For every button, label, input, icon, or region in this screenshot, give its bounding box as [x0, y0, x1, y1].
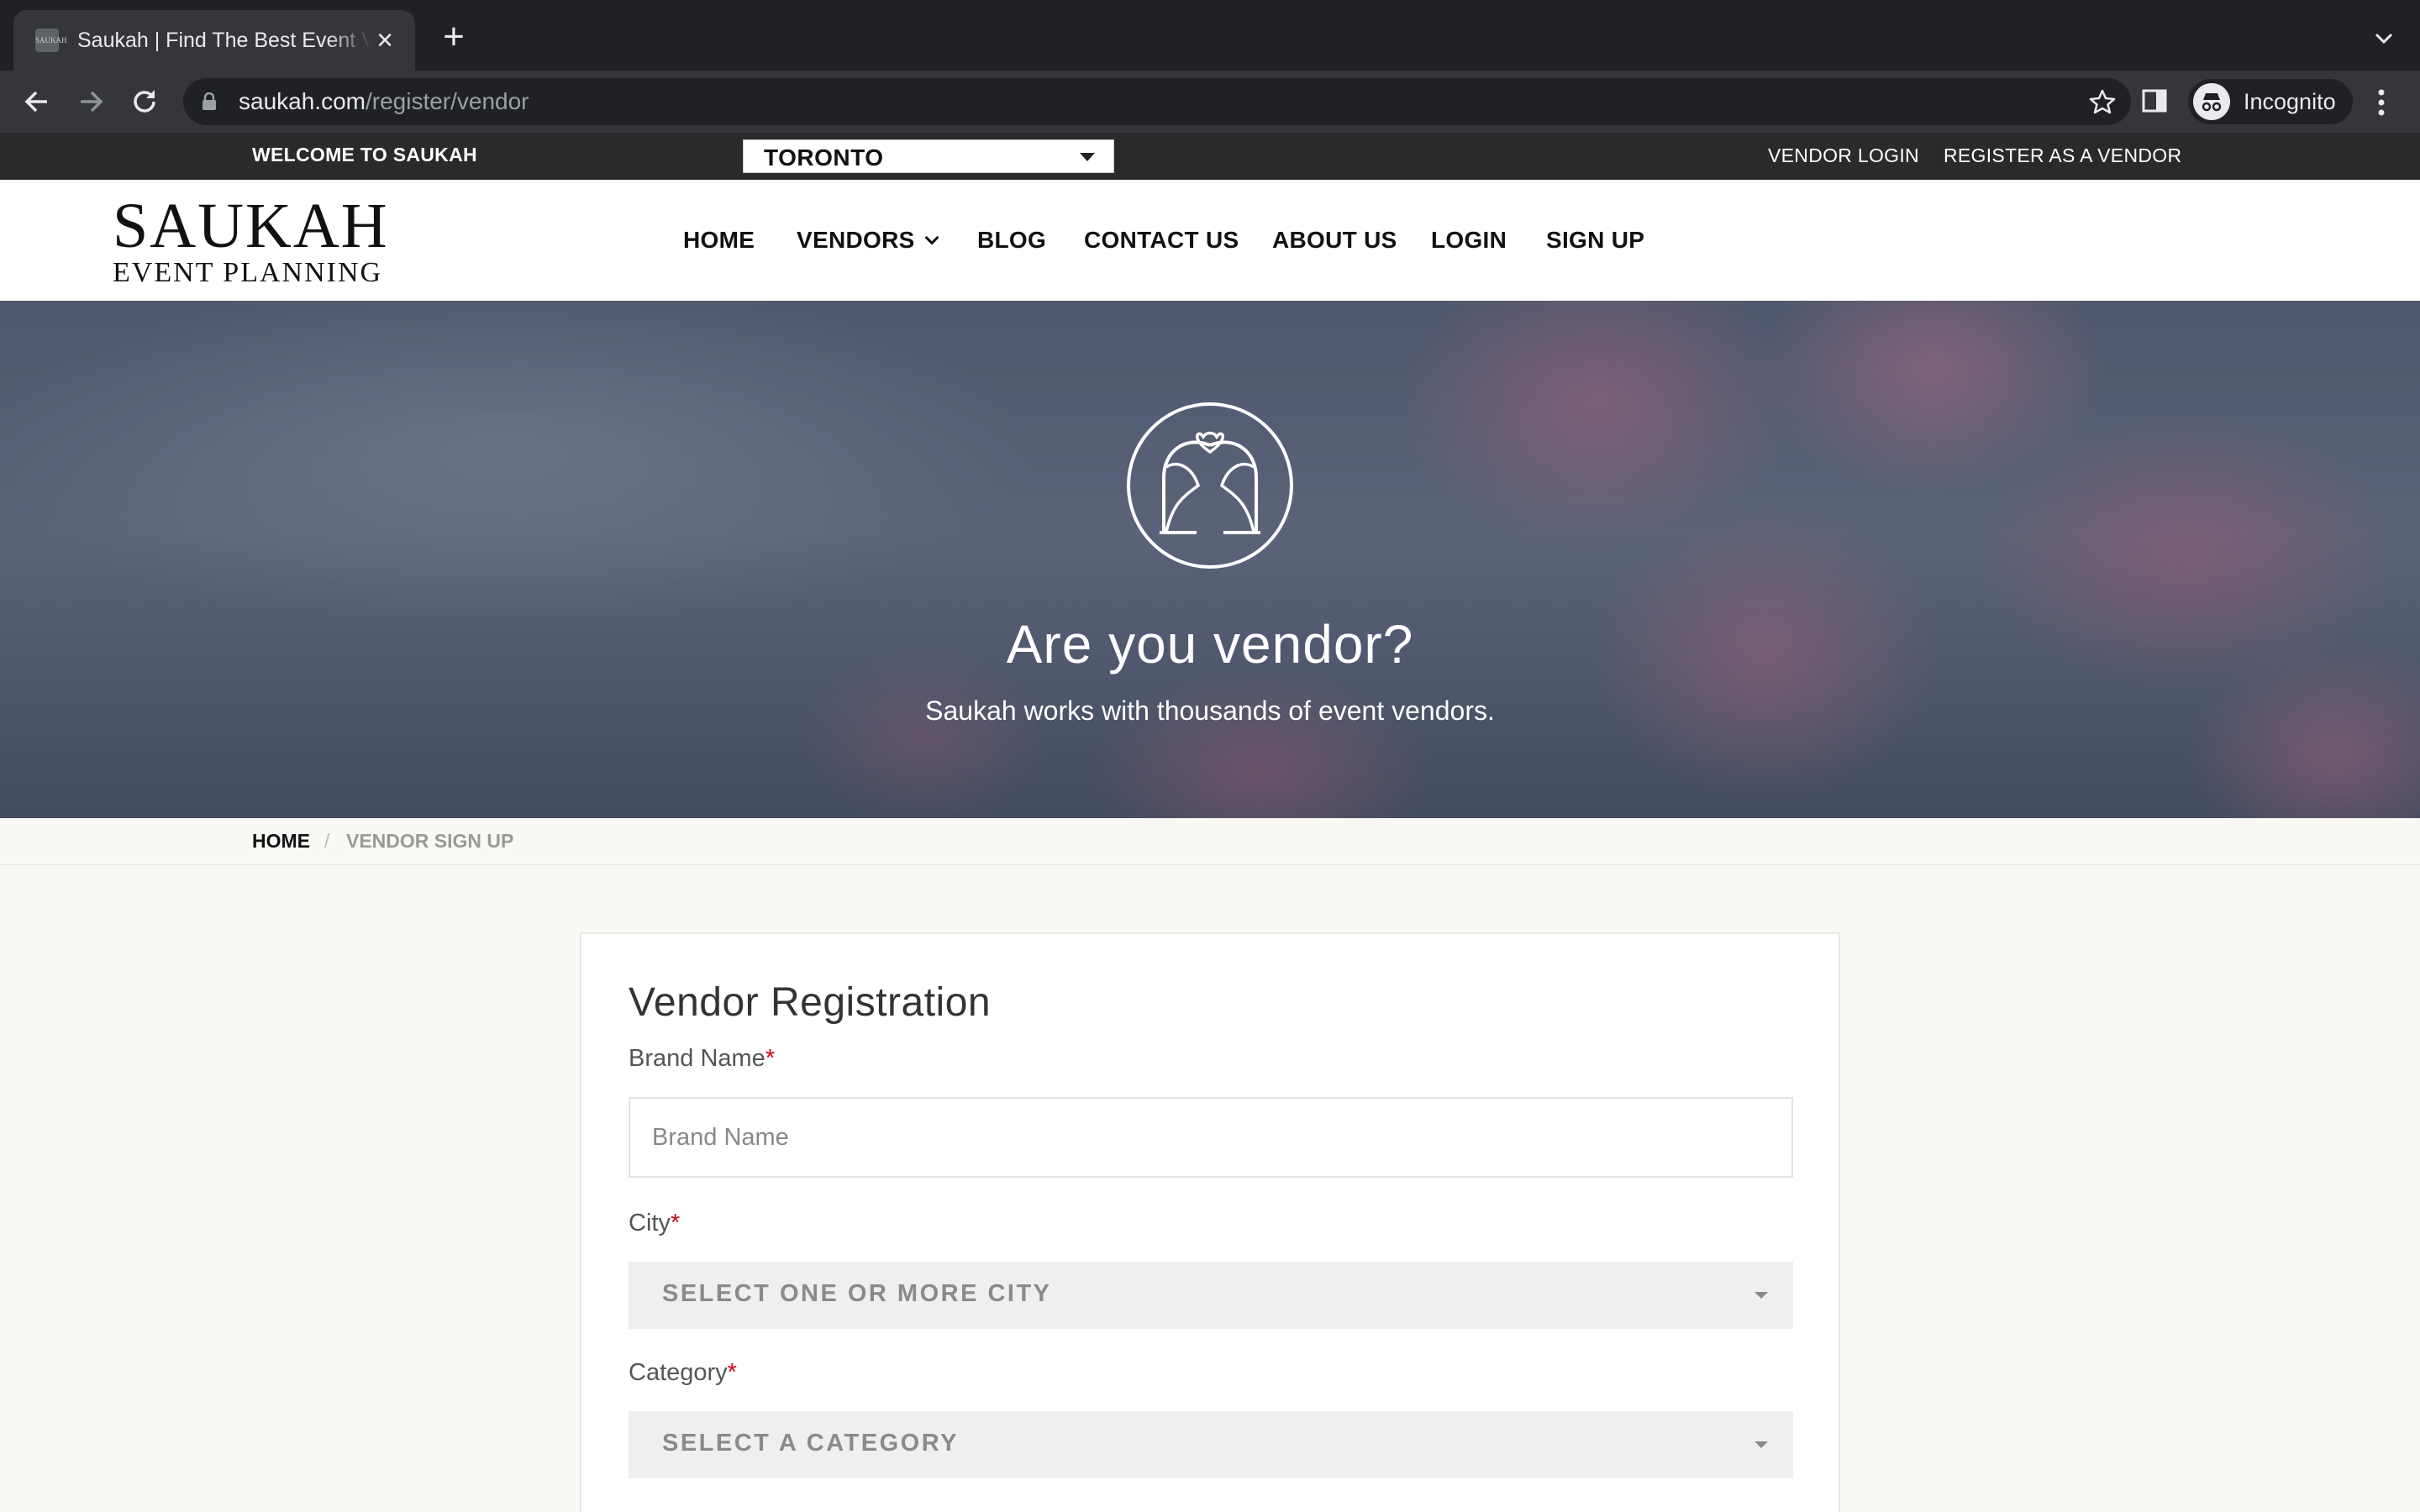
city-select-placeholder: SELECT ONE OR MORE CITY — [662, 1280, 1052, 1307]
logo-tagline: EVENT PLANNING — [113, 257, 383, 288]
caret-down-icon — [1754, 1441, 1768, 1448]
side-panel-icon[interactable] — [2141, 87, 2168, 114]
vendor-registration-card: Vendor Registration Brand Name* City* SE… — [580, 932, 1840, 1512]
caret-down-icon — [1754, 1292, 1768, 1299]
breadcrumb-separator: / — [324, 830, 330, 852]
site-header: SAUKAH EVENT PLANNING HOME VENDORS BLOG … — [0, 180, 2420, 301]
form-title: Vendor Registration — [629, 980, 992, 1025]
hero-subtitle: Saukah works with thousands of event ven… — [925, 696, 1495, 726]
register-vendor-link[interactable]: REGISTER AS A VENDOR — [1944, 144, 2181, 167]
tab-search-chevron-icon[interactable] — [2371, 25, 2396, 50]
required-mark: * — [670, 1210, 681, 1236]
city-multiselect[interactable]: SELECT ONE OR MORE CITY — [629, 1262, 1793, 1329]
incognito-label: Incognito — [2244, 88, 2336, 114]
site-top-bar: WELCOME TO SAUKAH TORONTO VENDOR LOGIN R… — [0, 133, 2420, 180]
url-text: saukah.com/register/vendor — [239, 88, 529, 114]
new-tab-plus-icon[interactable]: + — [437, 18, 471, 55]
breadcrumb: HOME / VENDOR SIGN UP — [0, 818, 2420, 865]
browser-tab-bar: SAUKAH Saukah | Find The Best Event Vend… — [0, 0, 2420, 71]
required-mark: * — [765, 1045, 776, 1072]
browser-tab[interactable]: SAUKAH Saukah | Find The Best Event Vend… — [13, 10, 415, 71]
back-arrow-icon[interactable] — [20, 85, 54, 118]
nav-blog[interactable]: BLOG — [977, 227, 1046, 254]
close-icon[interactable]: × — [370, 25, 400, 55]
vendor-login-link[interactable]: VENDOR LOGIN — [1768, 144, 1919, 167]
browser-toolbar: saukah.com/register/vendor Incognito — [0, 71, 2420, 133]
caret-down-icon — [1080, 153, 1095, 161]
welcome-text: WELCOME TO SAUKAH — [252, 144, 477, 165]
logo-wordmark[interactable]: SAUKAH — [113, 190, 389, 263]
incognito-icon — [2193, 83, 2230, 120]
required-mark: * — [727, 1359, 737, 1386]
hero-banner: Are you vendor? Saukah works with thousa… — [0, 301, 2420, 818]
city-dropdown[interactable]: TORONTO — [743, 139, 1114, 173]
breadcrumb-home-link[interactable]: HOME — [252, 830, 310, 853]
nav-contact-us[interactable]: CONTACT US — [1084, 227, 1239, 254]
favicon-icon: SAUKAH — [35, 29, 67, 52]
kebab-menu-icon[interactable] — [2371, 86, 2391, 119]
brand-name-input[interactable] — [629, 1097, 1793, 1178]
city-dropdown-value: TORONTO — [764, 144, 884, 171]
wedding-arch-icon — [1127, 402, 1293, 569]
nav-vendors[interactable]: VENDORS — [797, 227, 939, 254]
city-label: City* — [629, 1210, 681, 1236]
chevron-down-icon — [924, 230, 939, 245]
category-select-placeholder: SELECT A CATEGORY — [662, 1430, 959, 1457]
brand-name-label: Brand Name* — [629, 1045, 776, 1072]
forward-arrow-icon[interactable] — [74, 85, 108, 118]
breadcrumb-current: VENDOR SIGN UP — [346, 830, 514, 852]
reload-icon[interactable] — [128, 85, 161, 118]
nav-sign-up[interactable]: SIGN UP — [1546, 227, 1644, 254]
category-select[interactable]: SELECT A CATEGORY — [629, 1411, 1793, 1478]
address-bar[interactable]: saukah.com/register/vendor — [183, 78, 2131, 125]
category-label: Category* — [629, 1359, 737, 1386]
hero-title: Are you vendor? — [1006, 614, 1414, 675]
lock-icon — [203, 92, 216, 110]
bookmark-star-icon[interactable] — [2089, 88, 2116, 115]
nav-about-us[interactable]: ABOUT US — [1272, 227, 1397, 254]
nav-login[interactable]: LOGIN — [1431, 227, 1507, 254]
incognito-profile-button[interactable]: Incognito — [2188, 79, 2353, 124]
tab-title: Saukah | Find The Best Event Vendors — [77, 28, 371, 52]
nav-home[interactable]: HOME — [683, 227, 755, 254]
